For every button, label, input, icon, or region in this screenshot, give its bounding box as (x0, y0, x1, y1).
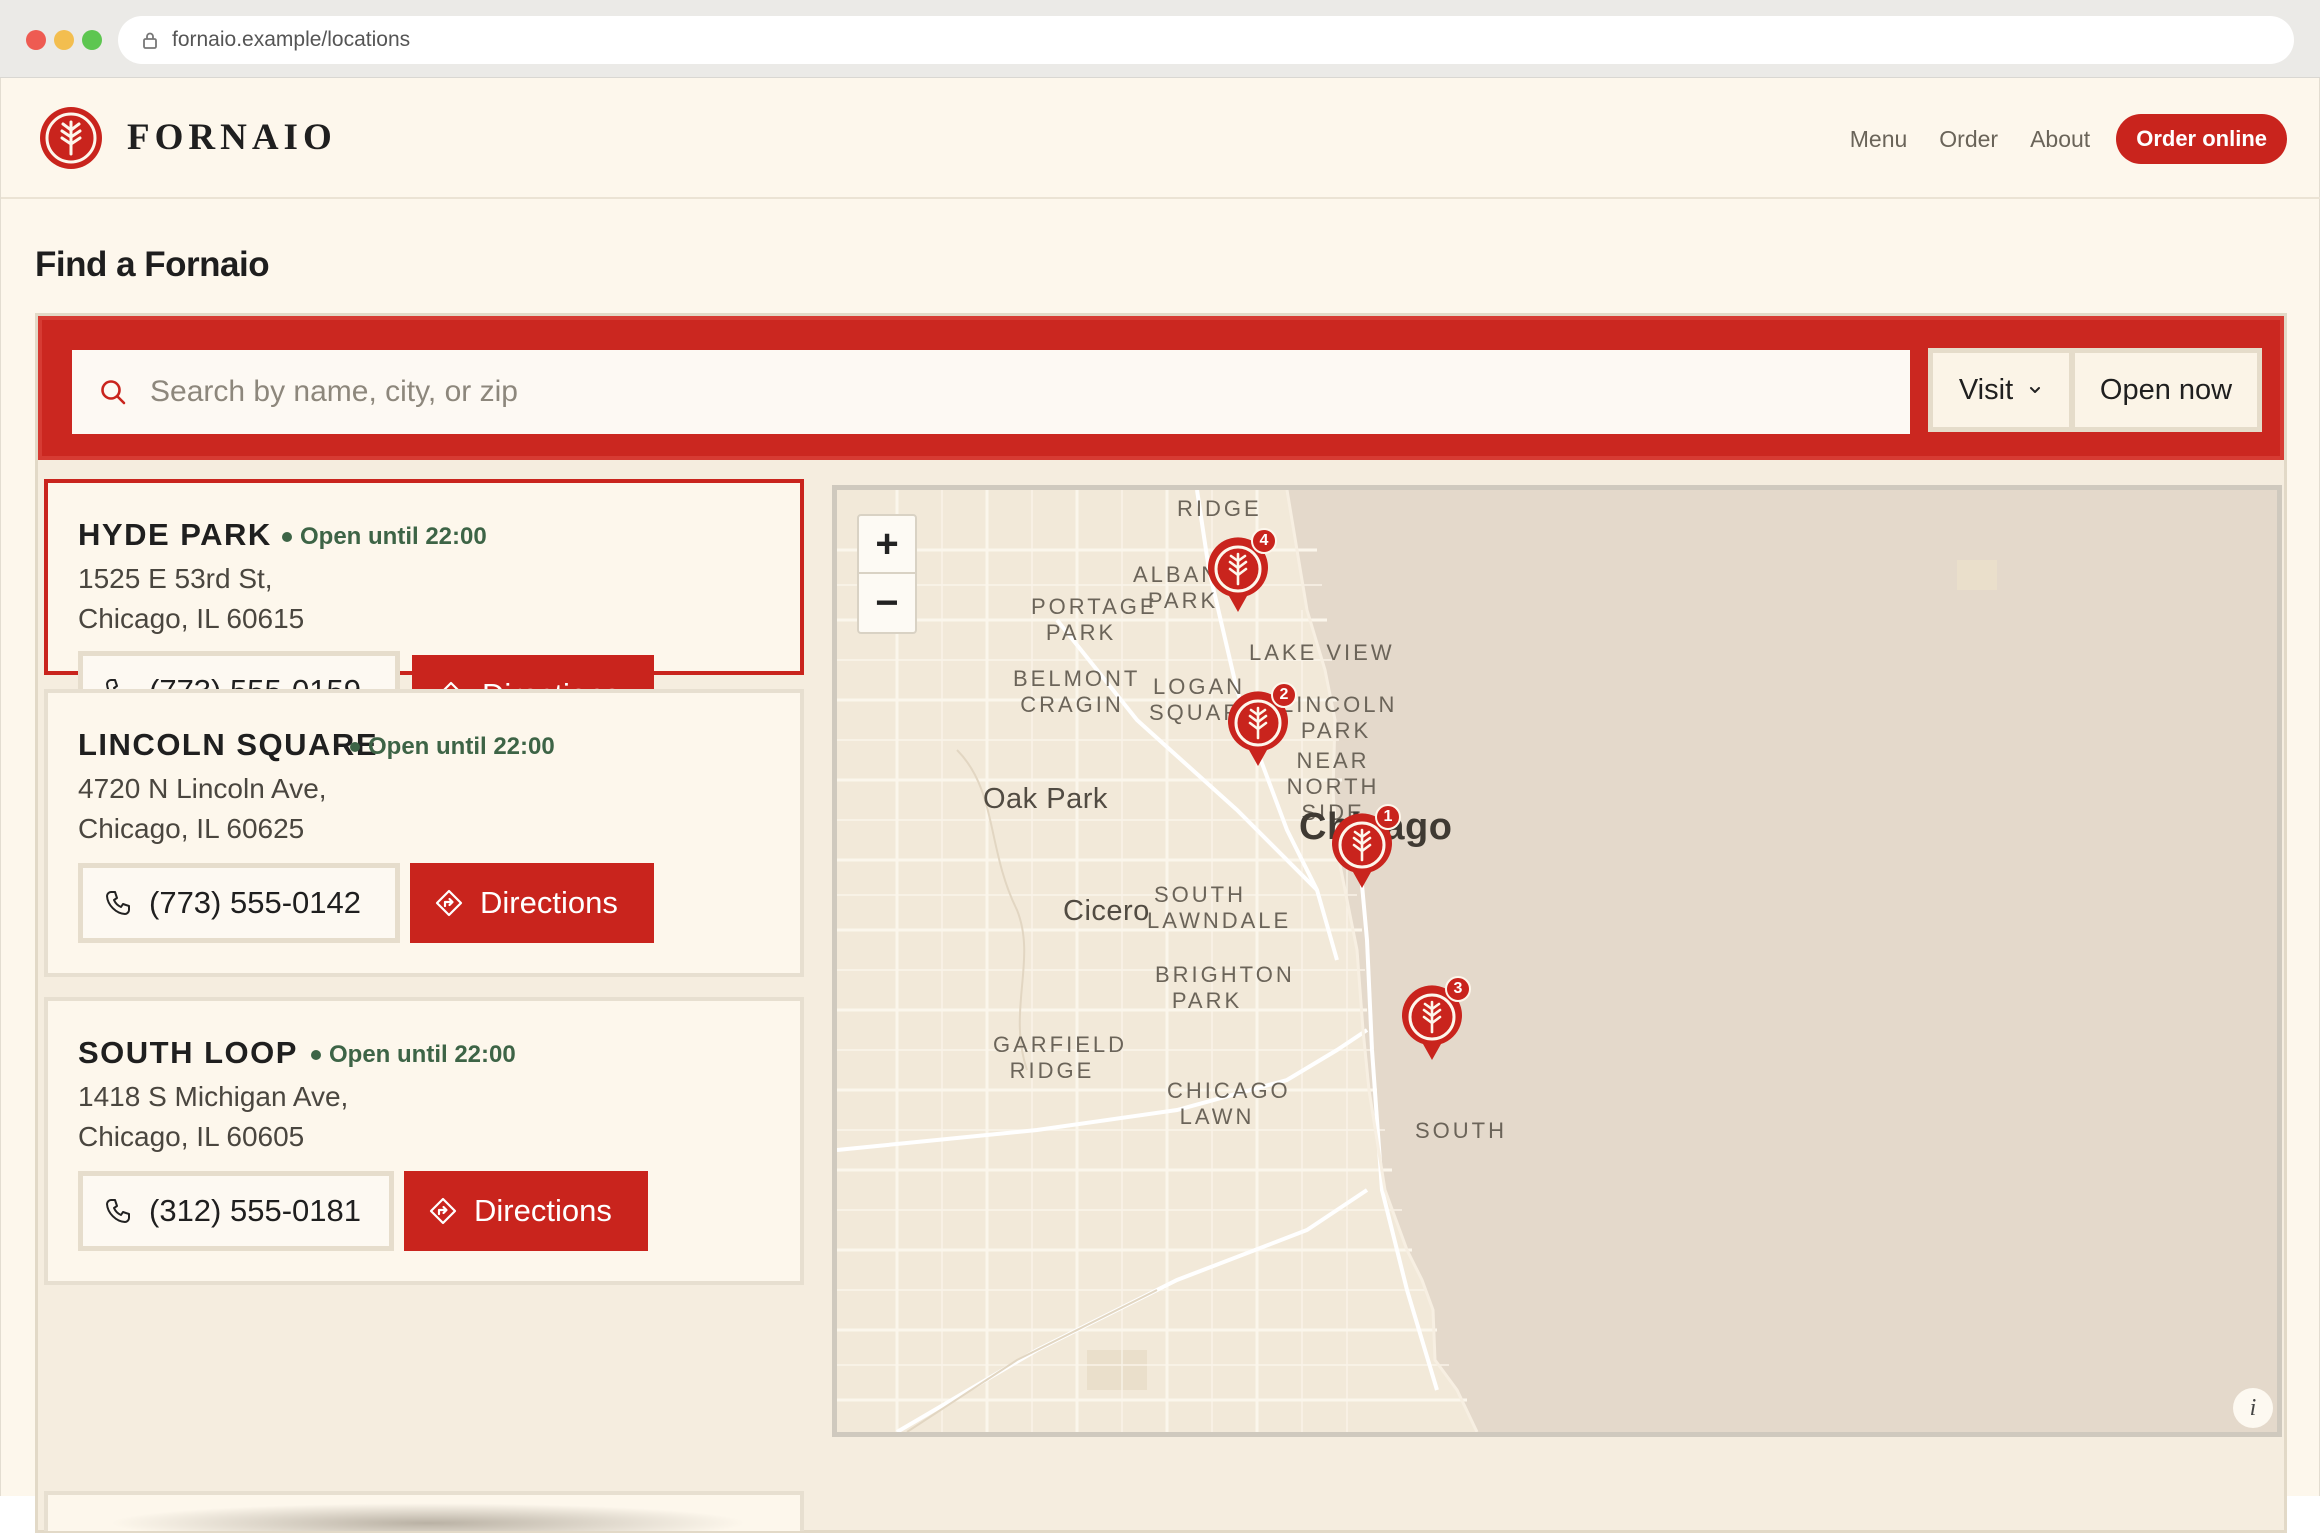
open-now-filter-button[interactable]: Open now (2070, 348, 2262, 432)
map-pin-4[interactable]: 4 (1203, 528, 1277, 614)
directions-icon (435, 889, 463, 917)
directions-button[interactable]: Directions (404, 1171, 648, 1251)
pin-number-badge: 3 (1445, 976, 1471, 1002)
open-dot-icon (282, 532, 292, 542)
zoom-out-button[interactable]: − (859, 574, 915, 632)
wheat-logo-icon[interactable] (37, 104, 105, 172)
map-label-lincoln-park: LINCOLN PARK (1281, 692, 1398, 743)
directions-label: Directions (480, 885, 618, 920)
map-pin-1[interactable]: 1 (1327, 804, 1401, 890)
address-line-2: Chicago, IL 60625 (78, 813, 305, 844)
location-search-input[interactable]: Search by name, city, or zip (72, 350, 1910, 434)
directions-label: Directions (474, 1193, 612, 1228)
map-pin-3[interactable]: 3 (1397, 976, 1471, 1062)
pin-number-badge: 2 (1271, 682, 1297, 708)
location-card-next[interactable] (44, 1491, 804, 1531)
address-line-2: Chicago, IL 60605 (78, 1121, 305, 1152)
map-label-cicero: Cicero (1063, 895, 1150, 927)
address-bar[interactable]: fornaio.example/locations (118, 16, 2294, 64)
search-bar-band: Search by name, city, or zip Visit Open … (38, 316, 2284, 460)
page: FORNAIO Menu Order About Order online Fi… (0, 78, 2320, 1533)
nav-order-link[interactable]: Order (1939, 126, 1998, 153)
window-close-button[interactable] (26, 30, 46, 50)
main-nav: Menu Order About Order online (1818, 114, 2287, 164)
location-card-lincoln-square[interactable]: LINCOLN SQUARE Open until 22:00 4720 N L… (44, 689, 804, 977)
location-address: 4720 N Lincoln Ave, Chicago, IL 60625 (78, 769, 327, 849)
map-label-brighton-park: BRIGHTON PARK (1155, 962, 1295, 1013)
brand-name[interactable]: FORNAIO (127, 116, 337, 159)
address-line-2: Chicago, IL 60615 (78, 603, 305, 634)
search-icon (101, 380, 126, 405)
phone-icon (106, 891, 130, 915)
location-name: SOUTH LOOP (78, 1035, 298, 1070)
address-line-1: 4720 N Lincoln Ave, (78, 773, 327, 804)
map-label-garfield-ridge: GARFIELD RIDGE (993, 1032, 1128, 1083)
call-button[interactable]: (312) 555-0181 (78, 1171, 394, 1251)
phone-icon (106, 1199, 130, 1223)
locations-map[interactable]: + − RIDGE ALBANY PARK PORTAGE PARK LAKE … (832, 485, 2282, 1437)
order-online-button[interactable]: Order online (2116, 114, 2287, 164)
location-card-hyde-park[interactable]: HYDE PARK Open until 22:00 1525 E 53rd S… (44, 479, 804, 735)
open-dot-icon (311, 1050, 321, 1060)
open-status-text: Open until 22:00 (329, 1041, 516, 1068)
map-label-belmont-cragin: BELMONT CRAGIN (1013, 666, 1141, 717)
open-status: Open until 22:00 (350, 733, 555, 761)
page-title: Find a Fornaio (35, 245, 270, 284)
directions-button[interactable]: Directions (410, 863, 654, 943)
nav-about-link[interactable]: About (2030, 126, 2090, 153)
address-line-1: 1525 E 53rd St, (78, 563, 273, 594)
open-status: Open until 22:00 (282, 523, 487, 551)
pin-number-badge: 4 (1251, 528, 1277, 554)
pin-number-badge: 1 (1375, 804, 1401, 830)
window-maximize-button[interactable] (82, 30, 102, 50)
location-name: HYDE PARK (78, 517, 272, 552)
nav-menu-link[interactable]: Menu (1850, 126, 1908, 153)
site-header: FORNAIO Menu Order About Order online (1, 78, 2320, 199)
directions-icon (429, 1197, 457, 1225)
location-card-south-loop[interactable]: SOUTH LOOP Open until 22:00 1418 S Michi… (44, 997, 804, 1285)
location-name: LINCOLN SQUARE (78, 727, 378, 762)
open-status-text: Open until 22:00 (300, 523, 487, 550)
zoom-in-button[interactable]: + (859, 516, 915, 574)
url-text: fornaio.example/locations (172, 28, 411, 51)
map-zoom-controls: + − (857, 514, 917, 634)
phone-number: (312) 555-0181 (149, 1193, 361, 1228)
open-dot-icon (350, 742, 360, 752)
open-status-text: Open until 22:00 (368, 733, 555, 760)
scroll-shadow (108, 1503, 748, 1531)
location-address: 1525 E 53rd St, Chicago, IL 60615 (78, 559, 304, 639)
location-finder: Search by name, city, or zip Visit Open … (35, 313, 2287, 1533)
call-button[interactable]: (773) 555-0142 (78, 863, 400, 943)
map-label-chicago-lawn: CHICAGO LAWN (1167, 1078, 1291, 1129)
map-label-portage-park: PORTAGE PARK (1031, 594, 1158, 645)
window-minimize-button[interactable] (54, 30, 74, 50)
chevron-down-icon (2030, 387, 2041, 393)
map-label-south: SOUTH (1415, 1118, 1507, 1143)
search-placeholder: Search by name, city, or zip (150, 375, 518, 408)
map-label-ridge: RIDGE (1177, 496, 1262, 521)
map-pin-2[interactable]: 2 (1223, 682, 1297, 768)
map-label-oak-park: Oak Park (983, 783, 1108, 815)
browser-chrome: fornaio.example/locations (0, 0, 2320, 78)
phone-number: (773) 555-0142 (149, 885, 361, 920)
location-address: 1418 S Michigan Ave, Chicago, IL 60605 (78, 1077, 348, 1157)
map-label-south-lawndale: SOUTH LAWNDALE (1147, 882, 1292, 933)
map-label-lake-view: LAKE VIEW (1249, 640, 1395, 665)
open-status: Open until 22:00 (311, 1041, 516, 1069)
address-line-1: 1418 S Michigan Ave, (78, 1081, 349, 1112)
visit-dropdown[interactable]: Visit (1928, 348, 2074, 432)
lock-icon (143, 32, 157, 49)
visit-dropdown-label: Visit (1958, 373, 2014, 406)
map-attribution-info-button[interactable]: i (2233, 1388, 2273, 1428)
